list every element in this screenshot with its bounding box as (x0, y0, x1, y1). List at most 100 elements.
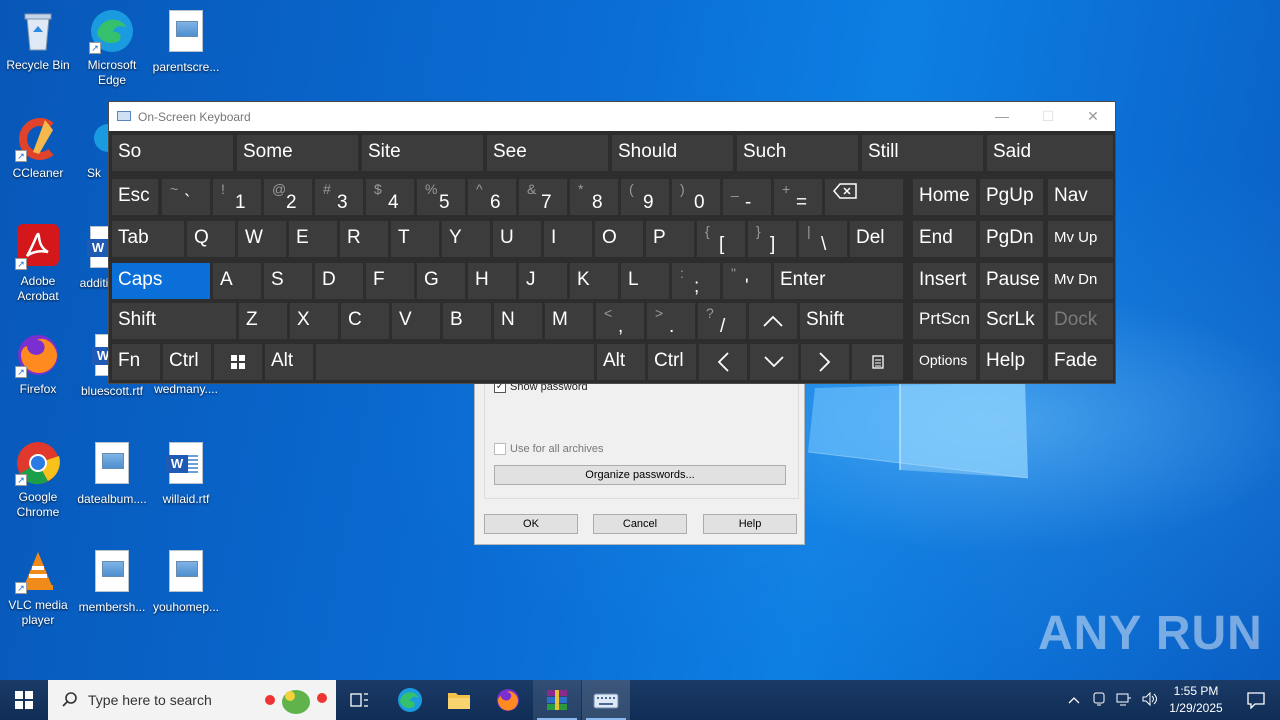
key-alt-left[interactable]: Alt (265, 344, 313, 380)
key-j[interactable]: J (519, 263, 567, 299)
desktop-icon-datealbum[interactable]: datealbum.... (74, 440, 150, 507)
suggestion-key[interactable]: See (487, 135, 608, 171)
key-m[interactable]: M (545, 303, 593, 339)
key-tab[interactable]: Tab (112, 221, 184, 257)
key-backspace[interactable] (825, 179, 903, 215)
desktop-icon-parentscre[interactable]: parentscre... (148, 8, 224, 75)
key-bracket-close[interactable]: }] (748, 221, 796, 257)
taskbar-edge[interactable] (386, 680, 434, 720)
key-f[interactable]: F (366, 263, 414, 299)
key-p[interactable]: P (646, 221, 694, 257)
key-space[interactable] (316, 344, 594, 380)
key-minus[interactable]: _ - (723, 179, 771, 215)
suggestion-key[interactable]: Still (862, 135, 983, 171)
key-n[interactable]: N (494, 303, 542, 339)
key-pause[interactable]: Pause (980, 263, 1043, 299)
key-u[interactable]: U (493, 221, 541, 257)
key-equals[interactable]: + = (774, 179, 822, 215)
key-semicolon[interactable]: :; (672, 263, 720, 299)
network-icon[interactable] (1116, 692, 1132, 709)
desktop-icon-firefox[interactable]: ↗ Firefox (0, 332, 76, 397)
suggestion-key[interactable]: Site (362, 135, 483, 171)
key-fade[interactable]: Fade (1048, 344, 1113, 380)
maximize-button[interactable]: ☐ (1033, 108, 1063, 125)
close-button[interactable]: ✕ (1078, 108, 1108, 125)
key-z[interactable]: Z (239, 303, 287, 339)
key-t[interactable]: T (391, 221, 439, 257)
key-4[interactable]: $4 (366, 179, 414, 215)
key-pgup[interactable]: PgUp (980, 179, 1043, 215)
key-fn[interactable]: Fn (112, 344, 160, 380)
suggestion-key[interactable]: Said (987, 135, 1113, 171)
key-x[interactable]: X (290, 303, 338, 339)
key-dock[interactable]: Dock (1048, 303, 1113, 339)
key-menu[interactable] (852, 344, 903, 380)
key-arrow-right[interactable] (801, 344, 849, 380)
taskbar-firefox[interactable] (484, 680, 532, 720)
key-h[interactable]: H (468, 263, 516, 299)
key-arrow-up[interactable] (749, 303, 797, 339)
desktop-icon-edge[interactable]: ↗ Microsoft Edge (74, 8, 150, 88)
key-5[interactable]: % 5 (417, 179, 465, 215)
key-backslash[interactable]: | \ (799, 221, 847, 257)
key-arrow-down[interactable] (750, 344, 798, 380)
key-caps[interactable]: Caps (112, 263, 210, 299)
use-all-archives-checkbox[interactable]: Use for all archives (494, 443, 604, 455)
key-prtscn[interactable]: PrtScn (913, 303, 976, 339)
key-pgdn[interactable]: PgDn (980, 221, 1043, 257)
key-shift-right[interactable]: Shift (800, 303, 903, 339)
key-0[interactable]: ) 0 (672, 179, 720, 215)
suggestion-key[interactable]: Some (237, 135, 358, 171)
taskbar-clock[interactable]: 1:55 PM 1/29/2025 (1160, 683, 1232, 717)
osk-titlebar[interactable]: On-Screen Keyboard — ☐ ✕ (109, 102, 1115, 131)
key-e[interactable]: E (289, 221, 337, 257)
key-enter[interactable]: Enter (774, 263, 903, 299)
key-6[interactable]: ^ 6 (468, 179, 516, 215)
start-button[interactable] (0, 680, 48, 720)
suggestion-key[interactable]: Should (612, 135, 733, 171)
key-1[interactable]: ! 1 (213, 179, 261, 215)
key-alt-right[interactable]: Alt (597, 344, 645, 380)
key-comma[interactable]: <, (596, 303, 644, 339)
key-r[interactable]: R (340, 221, 388, 257)
key-k[interactable]: K (570, 263, 618, 299)
key-home[interactable]: Home (913, 179, 976, 215)
desktop-icon-youhomep[interactable]: youhomep... (148, 548, 224, 615)
key-c[interactable]: C (341, 303, 389, 339)
help-button[interactable]: Help (703, 514, 797, 534)
key-backtick[interactable]: ~ ` (162, 179, 210, 215)
desktop-icon-willaid[interactable]: W willaid.rtf (148, 440, 224, 507)
desktop-icon-membersh[interactable]: membersh... (74, 548, 150, 615)
taskbar-on-screen-keyboard[interactable] (582, 680, 630, 720)
key-2[interactable]: @2 (264, 179, 312, 215)
key-s[interactable]: S (264, 263, 312, 299)
key-esc[interactable]: Esc (112, 179, 158, 215)
ok-button[interactable]: OK (484, 514, 578, 534)
key-7[interactable]: & 7 (519, 179, 567, 215)
suggestion-key[interactable]: Such (737, 135, 858, 171)
desktop-icon-google-chrome[interactable]: ↗ Google Chrome (0, 440, 76, 520)
key-ctrl-right[interactable]: Ctrl (648, 344, 696, 380)
key-a[interactable]: A (213, 263, 261, 299)
key-period[interactable]: >. (647, 303, 695, 339)
key-end[interactable]: End (913, 221, 976, 257)
key-b[interactable]: B (443, 303, 491, 339)
device-icon[interactable] (1092, 692, 1106, 709)
organize-passwords-button[interactable]: Organize passwords... (494, 465, 786, 485)
key-help[interactable]: Help (980, 344, 1043, 380)
key-bracket-open[interactable]: {[ (697, 221, 745, 257)
key-mv-dn[interactable]: Mv Dn (1048, 263, 1113, 299)
task-view-button[interactable] (336, 680, 384, 720)
volume-icon[interactable] (1142, 691, 1158, 709)
key-w[interactable]: W (238, 221, 286, 257)
checkbox-box[interactable] (494, 443, 506, 455)
key-g[interactable]: G (417, 263, 465, 299)
key-l[interactable]: L (621, 263, 669, 299)
key-d[interactable]: D (315, 263, 363, 299)
key-mv-up[interactable]: Mv Up (1048, 221, 1113, 257)
key-o[interactable]: O (595, 221, 643, 257)
key-9[interactable]: (9 (621, 179, 669, 215)
suggestion-key[interactable]: So (112, 135, 233, 171)
key-del[interactable]: Del (850, 221, 903, 257)
key-slash[interactable]: ? / (698, 303, 746, 339)
